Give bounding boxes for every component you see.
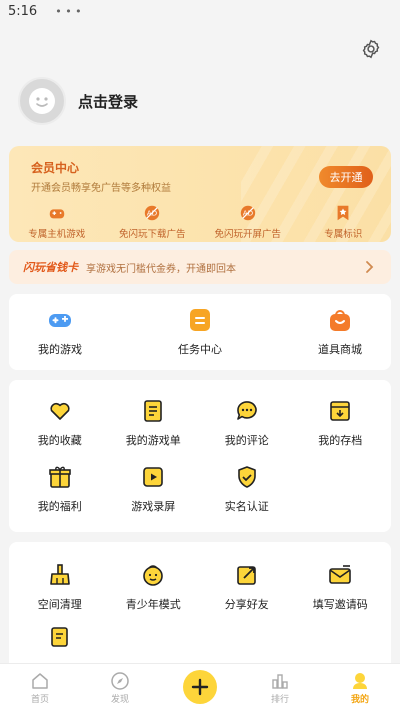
space-clean-label: 空间清理 [37, 598, 82, 611]
personal-panel: 我的收藏 我的游戏单 我的评论 我的存档 我的福利 游戏录屏 实名认证 [9, 380, 391, 532]
my-games-label: 我的游戏 [38, 343, 82, 356]
ranking-icon [272, 673, 288, 689]
money-saving-card[interactable]: 闪玩省钱卡 享游戏无门槛代金券，开通即回本 [9, 250, 391, 284]
no-ad-icon: AD [145, 205, 160, 221]
add-button[interactable] [183, 669, 217, 704]
vip-title: 会员中心 [31, 161, 80, 175]
envelope-icon [329, 565, 352, 584]
favorites-label: 我的收藏 [37, 434, 82, 447]
bottom-nav: 首页 发现 排行 我的 [0, 663, 400, 711]
notification-dots-icon: • • • [55, 4, 82, 18]
video-icon [143, 467, 164, 487]
vip-card[interactable]: 会员中心 开通会员畅享免广告等多种权益 去开通 专属主机游戏 AD 免闪玩下载广… [9, 146, 391, 242]
game-list-label: 我的游戏单 [125, 434, 181, 447]
space-clean-button[interactable]: 空间清理 [13, 554, 107, 620]
item-store-button[interactable]: 道具商城 [305, 294, 375, 370]
vip-open-button[interactable]: 去开通 [319, 166, 373, 188]
screen-record-button[interactable]: 游戏录屏 [107, 456, 201, 522]
shopping-bag-icon [330, 310, 350, 331]
nav-ranking-label: 排行 [270, 694, 289, 705]
my-games-button[interactable]: 我的游戏 [25, 294, 95, 370]
share-icon [236, 566, 256, 585]
real-name-verify-button[interactable]: 实名认证 [200, 456, 294, 522]
vip-benefits: 专属主机游戏 AD 免闪玩下载广告 AD 免闪玩开屏广告 专属标识 [9, 204, 391, 240]
welfare-label: 我的福利 [37, 500, 82, 513]
header-row [0, 22, 400, 70]
broom-icon [49, 564, 70, 585]
tools-panel: 空间清理 青少年模式 分享好友 填写邀请码 [9, 542, 391, 682]
plus-icon [191, 678, 209, 695]
welfare-button[interactable]: 我的福利 [13, 456, 107, 522]
benefit-label: 免闪玩下载广告 [118, 229, 186, 240]
benefit-label: 专属标识 [324, 229, 363, 240]
task-icon [190, 309, 210, 331]
favorites-button[interactable]: 我的收藏 [13, 390, 107, 456]
screen-record-label: 游戏录屏 [131, 500, 176, 513]
nav-home[interactable]: 首页 [10, 671, 70, 705]
game-list-button[interactable]: 我的游戏单 [107, 390, 201, 456]
invite-code-label: 填写邀请码 [312, 598, 368, 611]
star-badge-icon [337, 205, 349, 221]
youth-mode-button[interactable]: 青少年模式 [107, 554, 201, 620]
benefit-exclusive-badge[interactable]: 专属标识 [298, 204, 388, 240]
gift-icon [48, 466, 71, 488]
archive-icon [330, 401, 351, 421]
home-icon [32, 672, 48, 689]
no-ad-icon: AD [240, 205, 255, 221]
edit-note-icon [50, 627, 68, 647]
comment-icon [236, 401, 257, 420]
login-link[interactable]: 点击登录 [78, 91, 138, 112]
profile-section[interactable]: 点击登录 [0, 68, 400, 134]
profile-icon [353, 672, 367, 689]
nav-profile[interactable]: 我的 [330, 671, 390, 705]
status-bar: 5:16 • • • [0, 0, 400, 22]
nav-discover-label: 发现 [110, 694, 129, 705]
benefit-no-download-ads[interactable]: AD 免闪玩下载广告 [107, 204, 197, 240]
smiley-avatar-icon [29, 88, 55, 114]
share-friends-button[interactable]: 分享好友 [200, 554, 294, 620]
share-friends-label: 分享好友 [224, 598, 269, 611]
gamepad-icon [49, 314, 71, 327]
nav-home-label: 首页 [30, 694, 49, 705]
list-icon [144, 400, 163, 422]
benefit-no-splash-ads[interactable]: AD 免闪玩开屏广告 [203, 204, 293, 240]
child-face-icon [143, 565, 164, 586]
shield-check-icon [237, 466, 256, 488]
status-time: 5:16 [8, 3, 38, 19]
nav-ranking[interactable]: 排行 [250, 671, 310, 705]
benefit-console-games[interactable]: 专属主机游戏 [12, 204, 102, 240]
vip-subtitle: 开通会员畅享免广告等多种权益 [31, 183, 171, 194]
compass-icon [111, 671, 129, 690]
gear-icon[interactable] [360, 38, 382, 60]
archive-button[interactable]: 我的存档 [294, 390, 388, 456]
heart-icon [50, 402, 70, 420]
gamepad-icon [49, 209, 64, 219]
nav-add[interactable] [170, 669, 230, 704]
nav-discover[interactable]: 发现 [90, 671, 150, 705]
benefit-label: 免闪玩开屏广告 [214, 229, 281, 240]
youth-mode-label: 青少年模式 [125, 598, 181, 611]
task-center-button[interactable]: 任务中心 [165, 294, 235, 370]
comments-button[interactable]: 我的评论 [200, 390, 294, 456]
avatar[interactable] [18, 77, 66, 125]
task-center-label: 任务中心 [178, 343, 222, 356]
quick-actions-panel: 我的游戏 任务中心 道具商城 [9, 294, 391, 370]
real-name-verify-label: 实名认证 [224, 500, 269, 513]
benefit-label: 专属主机游戏 [28, 229, 86, 240]
archive-label: 我的存档 [318, 434, 363, 447]
comments-label: 我的评论 [224, 434, 269, 447]
invite-code-button[interactable]: 填写邀请码 [294, 554, 388, 620]
chevron-right-icon [366, 261, 374, 273]
money-card-title: 闪玩省钱卡 [23, 261, 78, 274]
money-card-description: 享游戏无门槛代金券，开通即回本 [86, 263, 236, 275]
nav-profile-label: 我的 [350, 694, 369, 705]
item-store-label: 道具商城 [318, 343, 362, 356]
